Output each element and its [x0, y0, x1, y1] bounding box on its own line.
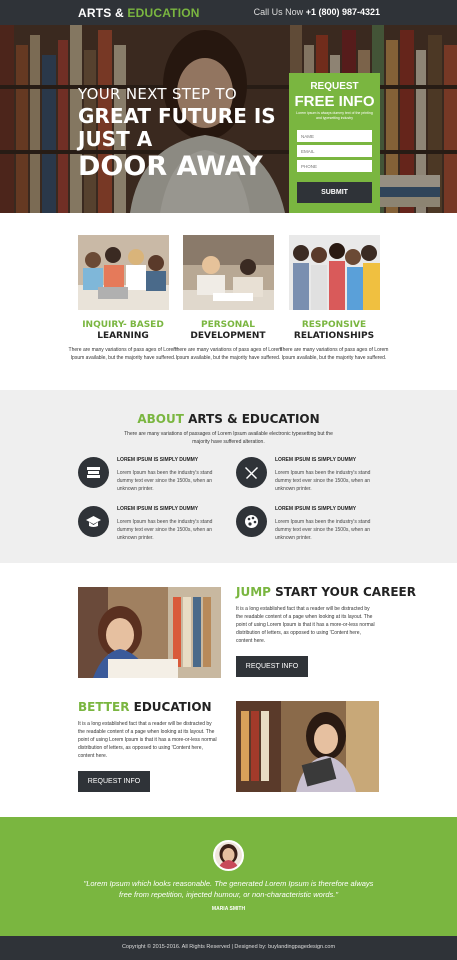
testimonial-quote: "Lorem Ipsum which looks reasonable. The…	[83, 879, 374, 899]
about-item-3-text: Lorem Ipsum has been the industry's stan…	[117, 519, 213, 541]
avatar	[213, 840, 244, 871]
feature-text-1: There are many variations of pass ages o…	[68, 347, 178, 361]
about-item-2: LOREM IPSUM IS SIMPLY DUMMY Lorem Ipsum …	[236, 457, 386, 497]
feature-title-2: PERSONAL DEVELOPMENT	[168, 320, 288, 342]
phone-number[interactable]: +1 (800) 987-4321	[306, 7, 380, 17]
call-now: Call Us Now +1 (800) 987-4321	[254, 7, 380, 17]
books-icon	[78, 457, 109, 488]
testimonial-section: "Lorem Ipsum which looks reasonable. The…	[0, 817, 457, 936]
footer-copyright: Copyright © 2015-2016. All Rights Reserv…	[121, 944, 336, 950]
career-title-green: JUMP	[236, 585, 271, 599]
brand-text-part2: EDUCATION	[127, 6, 200, 20]
top-bar: ARTS & EDUCATION Call Us Now +1 (800) 98…	[0, 0, 457, 25]
about-item-3-heading: LOREM IPSUM IS SIMPLY DUMMY	[117, 506, 199, 512]
career-request-info-button[interactable]: REQUEST INFO	[236, 656, 308, 677]
email-field[interactable]	[297, 145, 372, 157]
career-title-dark: START YOUR CAREER	[270, 585, 416, 599]
career-title: JUMP START YOUR CAREER	[236, 585, 416, 599]
footer: Copyright © 2015-2016. All Rights Reserv…	[0, 936, 457, 960]
palette-icon	[236, 506, 267, 537]
education-title-green: BETTER	[78, 700, 130, 714]
form-heading-1: REQUEST	[310, 81, 359, 92]
education-title-dark: EDUCATION	[129, 700, 212, 714]
education-photo	[236, 701, 379, 792]
career-photo	[78, 587, 221, 678]
feature-text-3: There are many variations of pass ages o…	[279, 347, 389, 361]
feature-title-1-dark: LEARNING	[97, 331, 149, 341]
testimonial-name: MARIA SMITH	[211, 906, 246, 912]
education-title: BETTER EDUCATION	[78, 700, 212, 714]
about-item-1-heading: LOREM IPSUM IS SIMPLY DUMMY	[117, 457, 199, 463]
about-item-1: LOREM IPSUM IS SIMPLY DUMMY Lorem Ipsum …	[78, 457, 228, 497]
about-item-2-heading: LOREM IPSUM IS SIMPLY DUMMY	[275, 457, 357, 463]
about-title-dark: ARTS & EDUCATION	[183, 412, 320, 426]
about-item-4-text: Lorem Ipsum has been the industry's stan…	[275, 519, 371, 541]
about-item-2-text: Lorem Ipsum has been the industry's stan…	[275, 470, 371, 492]
hero-title-line2: DOOR AWAY	[78, 151, 263, 182]
submit-button[interactable]: SUBMIT	[297, 182, 372, 203]
feature-title-3-dark: RELATIONSHIPS	[293, 331, 375, 341]
hero-subtitle: YOUR NEXT STEP TO	[78, 85, 238, 103]
feature-title-2-dark: DEVELOPMENT	[190, 331, 266, 341]
feature-title-1: INQUIRY- BASED LEARNING	[63, 320, 183, 342]
about-item-4-heading: LOREM IPSUM IS SIMPLY DUMMY	[275, 506, 357, 512]
feature-image-3	[289, 235, 380, 310]
name-field[interactable]	[297, 130, 372, 142]
about-item-1-text: Lorem Ipsum has been the industry's stan…	[117, 470, 213, 492]
about-item-3: LOREM IPSUM IS SIMPLY DUMMY Lorem Ipsum …	[78, 506, 228, 546]
feature-text-2: There are many variations of pass ages o…	[173, 347, 283, 361]
pencil-ruler-icon	[236, 457, 267, 488]
call-label: Call Us Now	[253, 7, 304, 17]
request-info-form: REQUEST FREE INFO Lorem ipsum is always …	[289, 73, 380, 213]
about-title: ABOUT ARTS & EDUCATION	[0, 412, 457, 426]
form-heading-2: FREE INFO	[294, 93, 375, 110]
about-section: ABOUT ARTS & EDUCATION There are many va…	[0, 390, 457, 563]
phone-field[interactable]	[297, 160, 372, 172]
feature-image-1	[78, 235, 169, 310]
feature-title-3: RESPONSIVE RELATIONSHIPS	[274, 320, 394, 342]
education-request-info-button[interactable]: REQUEST INFO	[78, 771, 150, 792]
hero-title-line1: GREAT FUTURE IS JUST A	[78, 104, 276, 151]
hero-title: GREAT FUTURE IS JUST A DOOR AWAY	[78, 105, 288, 183]
about-item-4: LOREM IPSUM IS SIMPLY DUMMY Lorem Ipsum …	[236, 506, 386, 546]
feature-title-1-green: INQUIRY- BASED	[82, 320, 164, 330]
brand-text-part1: ARTS &	[78, 6, 128, 20]
brand-logo[interactable]: ARTS & EDUCATION	[78, 6, 200, 20]
hero-section: YOUR NEXT STEP TO GREAT FUTURE IS JUST A…	[0, 25, 457, 213]
graduation-cap-icon	[78, 506, 109, 537]
form-note: Lorem ipsum is always dummy text of the …	[296, 111, 373, 120]
feature-image-2	[183, 235, 274, 310]
education-text: It is a long established fact that a rea…	[78, 721, 217, 759]
feature-title-2-green: PERSONAL	[200, 320, 256, 330]
feature-title-3-green: RESPONSIVE	[301, 320, 367, 330]
career-text: It is a long established fact that a rea…	[236, 606, 375, 644]
about-title-green: ABOUT	[137, 412, 184, 426]
about-description: There are many variations of passages of…	[124, 431, 333, 445]
